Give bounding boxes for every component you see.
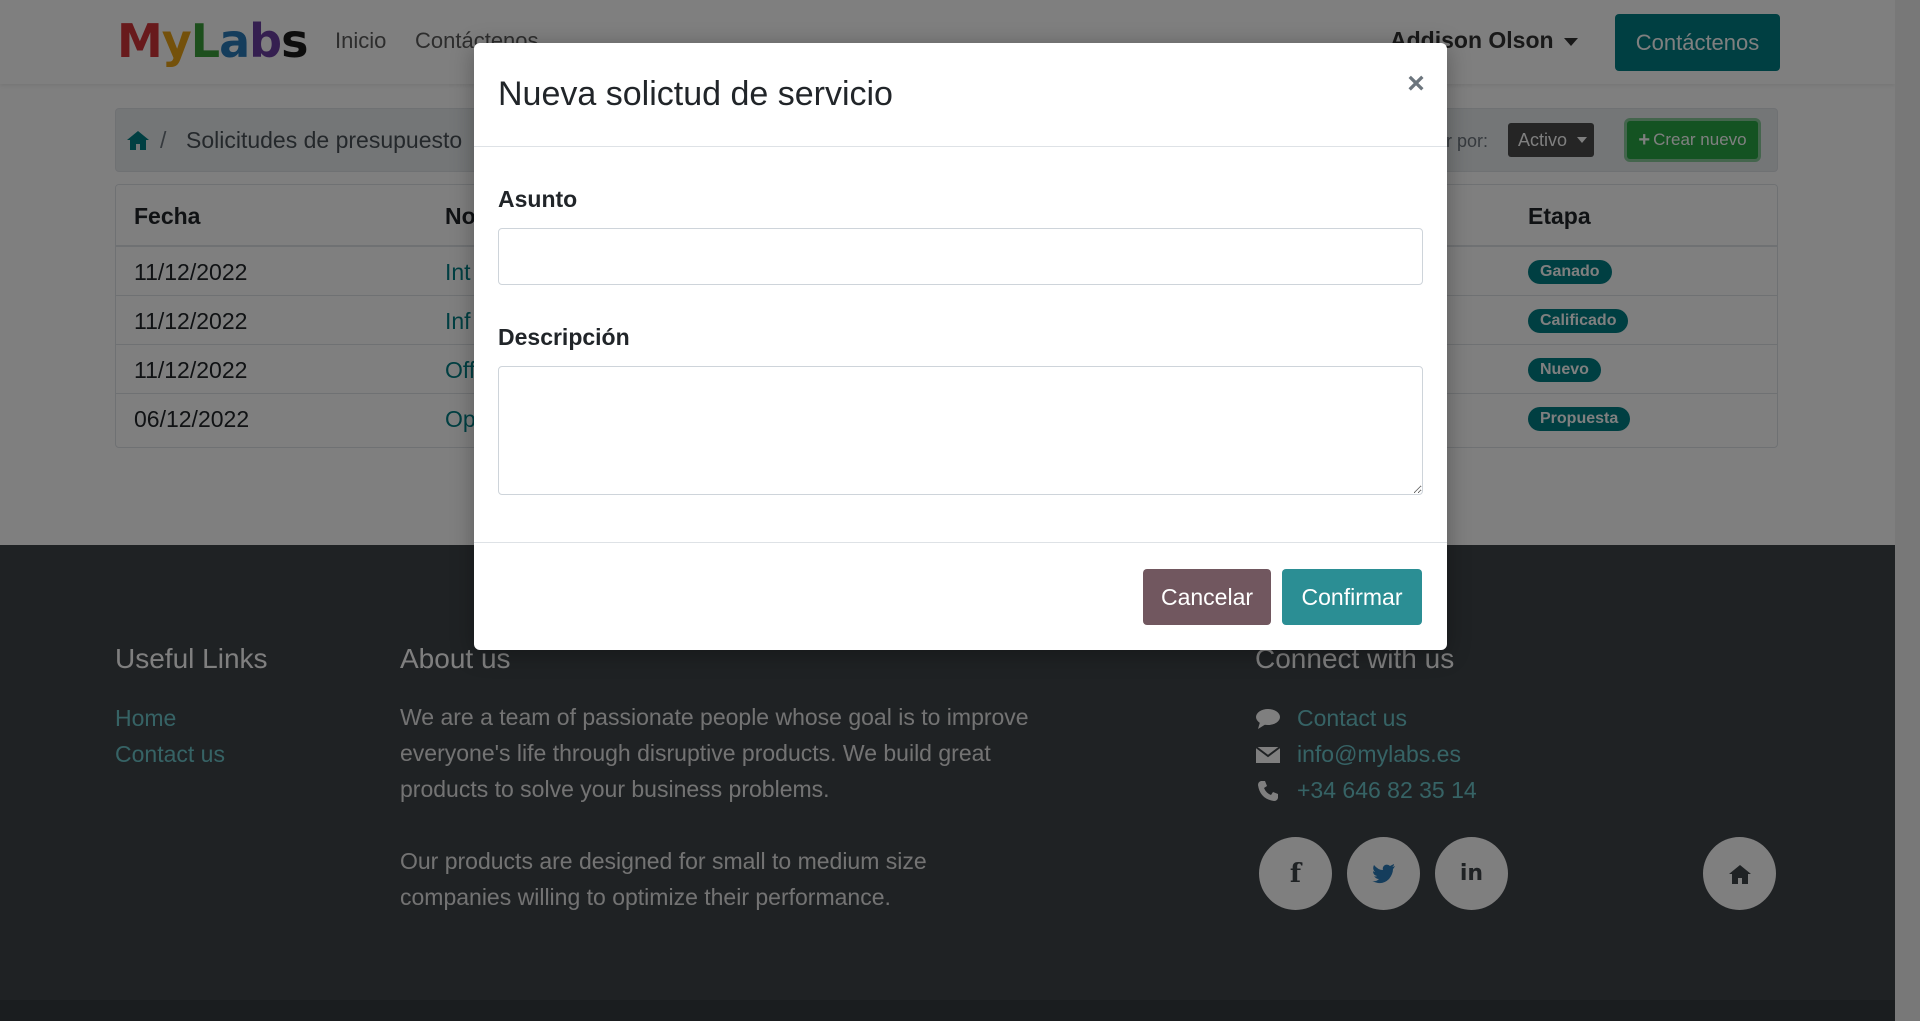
modal-footer: Cancelar Confirmar	[474, 542, 1447, 650]
cancel-button[interactable]: Cancelar	[1143, 569, 1271, 625]
modal-title: Nueva solictud de servicio	[498, 75, 893, 113]
close-icon[interactable]: ×	[1399, 67, 1433, 101]
description-label: Descripción	[498, 324, 630, 350]
new-service-request-dialog: Nueva solictud de servicio × Asunto Desc…	[474, 43, 1447, 650]
description-textarea[interactable]	[498, 366, 1423, 495]
subject-input[interactable]	[498, 228, 1423, 285]
subject-label: Asunto	[498, 186, 578, 212]
confirm-button[interactable]: Confirmar	[1282, 569, 1422, 625]
modal-header: Nueva solictud de servicio ×	[474, 43, 1447, 147]
